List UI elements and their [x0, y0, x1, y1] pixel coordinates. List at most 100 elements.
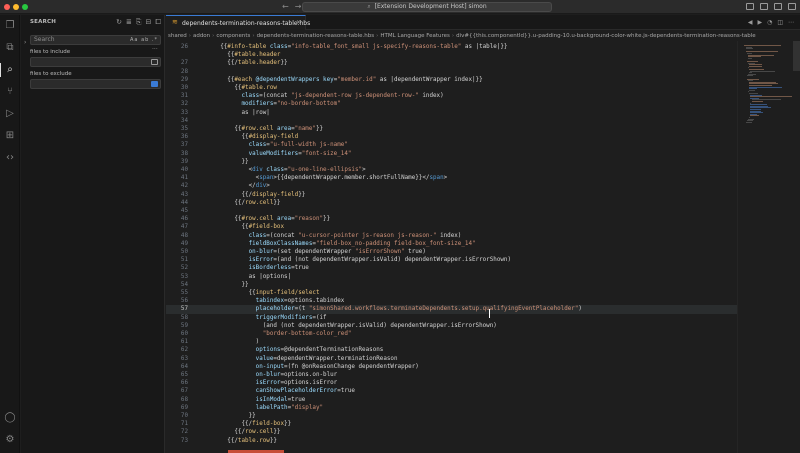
code-line[interactable]: 65 on-blur=options.on-blur: [166, 371, 737, 379]
remote-icon[interactable]: ‹›: [3, 151, 17, 165]
toggle-search-details-icon[interactable]: ···: [152, 46, 158, 53]
open-editors-only-icon[interactable]: [151, 59, 158, 65]
code-line[interactable]: 72 {{/row.cell}}: [166, 428, 737, 436]
code-line[interactable]: 48 class=(concat "u-cursor-pointer js-re…: [166, 232, 737, 240]
code-line[interactable]: 39 }}: [166, 158, 737, 166]
explorer-icon[interactable]: ❐: [3, 19, 17, 33]
close-tab-icon[interactable]: ×: [296, 19, 301, 26]
back-arrow-icon[interactable]: ←: [282, 2, 295, 11]
new-search-editor-icon[interactable]: ⎘: [136, 18, 142, 26]
breadcrumb-item[interactable]: addon: [193, 33, 210, 39]
use-exclude-settings-icon[interactable]: [151, 81, 158, 87]
code-line[interactable]: 37 class="u-full-width js-name": [166, 141, 737, 149]
code-line[interactable]: 52 isBorderless=true: [166, 264, 737, 272]
files-to-exclude-input[interactable]: [30, 79, 161, 89]
code-line[interactable]: 33 as |row|: [166, 109, 737, 117]
code-line[interactable]: 47 {{#field-box: [166, 223, 737, 231]
split-editor-icon[interactable]: ◫: [777, 19, 783, 26]
code-line[interactable]: 43 {{/display-field}}: [166, 191, 737, 199]
code-line[interactable]: 53 as |options|: [166, 273, 737, 281]
code-line[interactable]: 63 value=dependentWrapper.terminationRea…: [166, 355, 737, 363]
code-line[interactable]: 56 tabindex=options.tabindex: [166, 297, 737, 305]
settings-icon[interactable]: ⚙: [3, 433, 17, 447]
code-line[interactable]: 26 {{#info-table class="info-table_font_…: [166, 43, 737, 51]
breadcrumb-item[interactable]: components: [216, 33, 250, 39]
toggle-primary-sidebar-icon[interactable]: [746, 3, 754, 10]
breadcrumb-item[interactable]: shared: [168, 33, 187, 39]
code-line[interactable]: 57 placeholder=(t "simonShared.workflows…: [166, 305, 737, 314]
breadcrumb-item[interactable]: div#{{this.componentId}}.u-padding-10.u-…: [456, 33, 756, 39]
code-line[interactable]: 51 isError=(and (not dependentWrapper.is…: [166, 256, 737, 264]
go-forward-icon[interactable]: ▶: [757, 19, 762, 26]
sidebar-actions: ↻ ≣ ⎘ ⊟ ⧠: [116, 18, 161, 26]
code-line[interactable]: 69 labelPath="display": [166, 404, 737, 412]
toggle-replace-icon[interactable]: ›: [24, 39, 26, 46]
zoom-window-button[interactable]: [22, 4, 28, 10]
code-line[interactable]: 71 {{/field-box}}: [166, 420, 737, 428]
close-window-button[interactable]: [4, 4, 10, 10]
open-changes-icon[interactable]: ◔: [767, 19, 772, 26]
minimap[interactable]: [737, 41, 793, 453]
code-line[interactable]: 64 on-input=(fn @onReasonChange dependen…: [166, 363, 737, 371]
toggle-panel-icon[interactable]: [760, 3, 768, 10]
code-line[interactable]: 68 isInModal=true: [166, 396, 737, 404]
line-code: {{#row.cell area="name"}}: [206, 126, 323, 132]
code-line[interactable]: 29 {{#each @dependentWrappers key="membe…: [166, 76, 737, 84]
code-line[interactable]: 36 {{#display-field: [166, 133, 737, 141]
explorer-files-icon[interactable]: ⧉: [3, 41, 17, 55]
extensions-icon[interactable]: ⊞: [3, 129, 17, 143]
editor-tab[interactable]: ≋ dependents-termination-reasons-table.h…: [166, 15, 310, 30]
code-line[interactable]: 28: [166, 68, 737, 76]
search-icon[interactable]: ⌕: [3, 63, 17, 77]
code-line[interactable]: 27 {{/table.header}}: [166, 59, 737, 67]
view-as-tree-icon[interactable]: ⧠: [155, 18, 161, 26]
code-line[interactable]: 46 {{#row.cell area="reason"}}: [166, 215, 737, 223]
code-line[interactable]: 34: [166, 117, 737, 125]
more-actions-icon[interactable]: ⋯: [788, 19, 794, 26]
code-line[interactable]: 49 fieldBoxClassNames="field-box_no-padd…: [166, 240, 737, 248]
go-back-icon[interactable]: ◀: [748, 19, 753, 26]
collapse-all-icon[interactable]: ⊟: [146, 18, 152, 26]
code-line[interactable]: 61 ): [166, 338, 737, 346]
code-line[interactable]: 45: [166, 207, 737, 215]
code-line[interactable]: 55 {{input-field/select: [166, 289, 737, 297]
code-line[interactable]: 42 </div>: [166, 182, 737, 190]
breadcrumb-item[interactable]: dependents-termination-reasons-table.hbs: [257, 33, 375, 39]
code-line[interactable]: 58 triggerModifiers=(if: [166, 314, 737, 322]
customize-layout-icon[interactable]: [788, 3, 796, 10]
code-line[interactable]: 31 class=(concat "js-dependent-row js-de…: [166, 92, 737, 100]
code-editor[interactable]: 26 {{#info-table class="info-table_font_…: [166, 41, 737, 453]
refresh-icon[interactable]: ↻: [116, 18, 122, 26]
files-to-include-input[interactable]: [30, 57, 161, 67]
code-token: area: [276, 216, 292, 223]
line-number: 51: [180, 257, 188, 264]
search-input[interactable]: Search Aa ab .*: [30, 35, 161, 45]
code-line[interactable]: 38 valueModifiers="font-size_14": [166, 150, 737, 158]
code-line[interactable]: 40 <div class="u-one-line-ellipsis">: [166, 166, 737, 174]
account-icon[interactable]: ◯: [3, 411, 17, 425]
code-line[interactable]: 70 }}: [166, 412, 737, 420]
code-line[interactable]: 54 }}: [166, 281, 737, 289]
command-center[interactable]: ⌕ [Extension Development Host] simon: [302, 2, 552, 12]
code-line[interactable]: 41 <span>{{dependentWrapper.member.short…: [166, 174, 737, 182]
clear-results-icon[interactable]: ≣: [126, 18, 132, 26]
code-line[interactable]: 30 {{#table.row: [166, 84, 737, 92]
code-line[interactable]: 59 (and (not dependentWrapper.isValid) d…: [166, 322, 737, 330]
code-line[interactable]: 44 {{/row.cell}}: [166, 199, 737, 207]
code-line[interactable]: {{#table.header: [166, 51, 737, 59]
code-line[interactable]: 73 {{/table.row}}: [166, 437, 737, 445]
code-line[interactable]: 62 options=@dependentTerminationReasons: [166, 346, 737, 354]
vertical-scrollbar[interactable]: [793, 41, 800, 71]
code-line[interactable]: 67 canShowPlaceholderError=true: [166, 387, 737, 395]
code-line[interactable]: 66 isError=options.isError: [166, 379, 737, 387]
code-line[interactable]: 50 on-blur=(set dependentWrapper "isErro…: [166, 248, 737, 256]
toggle-secondary-sidebar-icon[interactable]: [774, 3, 782, 10]
run-debug-icon[interactable]: ▷: [3, 107, 17, 121]
source-control-icon[interactable]: ⑂: [3, 85, 17, 99]
code-line[interactable]: 35 {{#row.cell area="name"}}: [166, 125, 737, 133]
minimize-window-button[interactable]: [13, 4, 19, 10]
code-line[interactable]: 60 "border-bottom-color_red": [166, 330, 737, 338]
code-line[interactable]: 32 modifiers="no-border-bottom": [166, 100, 737, 108]
breadcrumb-item[interactable]: HTML Language Features: [380, 33, 450, 39]
search-options[interactable]: Aa ab .*: [130, 36, 158, 44]
